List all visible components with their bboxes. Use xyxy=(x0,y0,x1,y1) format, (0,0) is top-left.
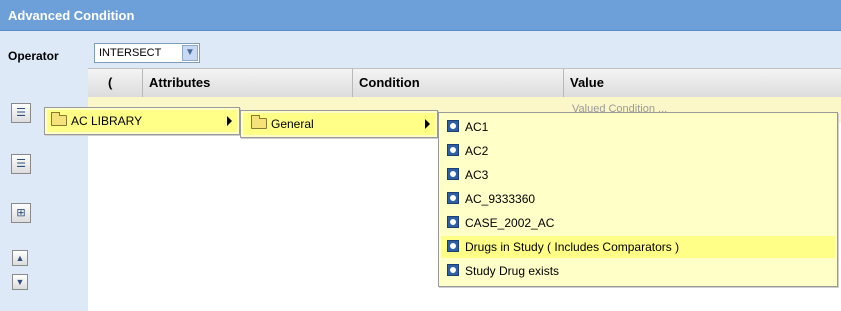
advanced-condition-panel: Advanced Condition Operator INTERSECT ▼ … xyxy=(0,0,841,311)
move-down-button[interactable]: ▼ xyxy=(12,274,28,290)
condition-icon xyxy=(447,120,459,132)
column-value: Value xyxy=(563,69,841,97)
menu-item-condition[interactable]: AC_9333360 xyxy=(441,188,835,210)
menu-item-ac-library[interactable]: AC LIBRARY xyxy=(47,110,237,132)
menu-item-label: AC_9333360 xyxy=(465,192,536,206)
chevron-down-icon[interactable]: ▼ xyxy=(182,45,198,61)
menu-item-label: CASE_2002_AC xyxy=(465,216,555,230)
menu-general: General xyxy=(240,110,438,138)
add-condition-button[interactable]: ☰ xyxy=(11,103,31,123)
column-condition: Condition xyxy=(352,69,563,97)
column-paren: ( xyxy=(108,75,113,90)
panel-title: Advanced Condition xyxy=(8,8,135,23)
menu-item-label: AC3 xyxy=(465,168,489,182)
panel-title-bar: Advanced Condition xyxy=(0,0,841,31)
operator-label: Operator xyxy=(8,49,59,63)
menu-item-label: AC2 xyxy=(465,144,489,158)
condition-icon xyxy=(447,144,459,156)
operator-value: INTERSECT xyxy=(99,47,162,59)
submenu-arrow-icon xyxy=(425,119,430,129)
condition-grid-header: ( Attributes Condition Value xyxy=(88,68,841,98)
group-button[interactable]: ⊞ xyxy=(11,203,31,223)
menu-item-general[interactable]: General xyxy=(243,113,435,135)
condition-icon xyxy=(447,264,459,276)
menu-item-condition[interactable]: CASE_2002_AC xyxy=(441,212,835,234)
operator-select[interactable]: INTERSECT ▼ xyxy=(94,43,200,63)
column-attributes: Attributes xyxy=(142,69,352,97)
condition-icon xyxy=(447,168,459,180)
folder-icon xyxy=(51,112,67,126)
menu-item-condition[interactable]: Study Drug exists xyxy=(441,260,835,282)
condition-icon xyxy=(447,240,459,252)
condition-icon xyxy=(447,216,459,228)
menu-item-label: General xyxy=(271,117,314,131)
menu-item-condition[interactable]: AC3 xyxy=(441,164,835,186)
add-row-icon: ☰ xyxy=(16,158,26,170)
menu-item-condition-highlighted[interactable]: Drugs in Study ( Includes Comparators ) xyxy=(441,236,835,258)
group-icon: ⊞ xyxy=(16,207,26,219)
folder-icon xyxy=(251,115,267,129)
menu-conditions: AC1 AC2 AC3 AC_9333360 CASE_2002_AC Drug… xyxy=(438,112,838,287)
add-condition-icon: ☰ xyxy=(16,107,26,119)
menu-item-label: AC LIBRARY xyxy=(71,114,143,128)
add-row-button[interactable]: ☰ xyxy=(11,154,31,174)
move-down-icon: ▼ xyxy=(15,277,25,287)
menu-item-condition[interactable]: AC1 xyxy=(441,116,835,138)
submenu-arrow-icon xyxy=(227,116,232,126)
move-up-icon: ▲ xyxy=(15,253,25,263)
menu-item-label: Drugs in Study ( Includes Comparators ) xyxy=(465,240,680,254)
menu-ac-library: AC LIBRARY xyxy=(44,107,240,135)
move-up-button[interactable]: ▲ xyxy=(12,250,28,266)
condition-icon xyxy=(447,192,459,204)
menu-item-label: Study Drug exists xyxy=(465,264,560,278)
menu-item-label: AC1 xyxy=(465,120,489,134)
menu-item-condition[interactable]: AC2 xyxy=(441,140,835,162)
